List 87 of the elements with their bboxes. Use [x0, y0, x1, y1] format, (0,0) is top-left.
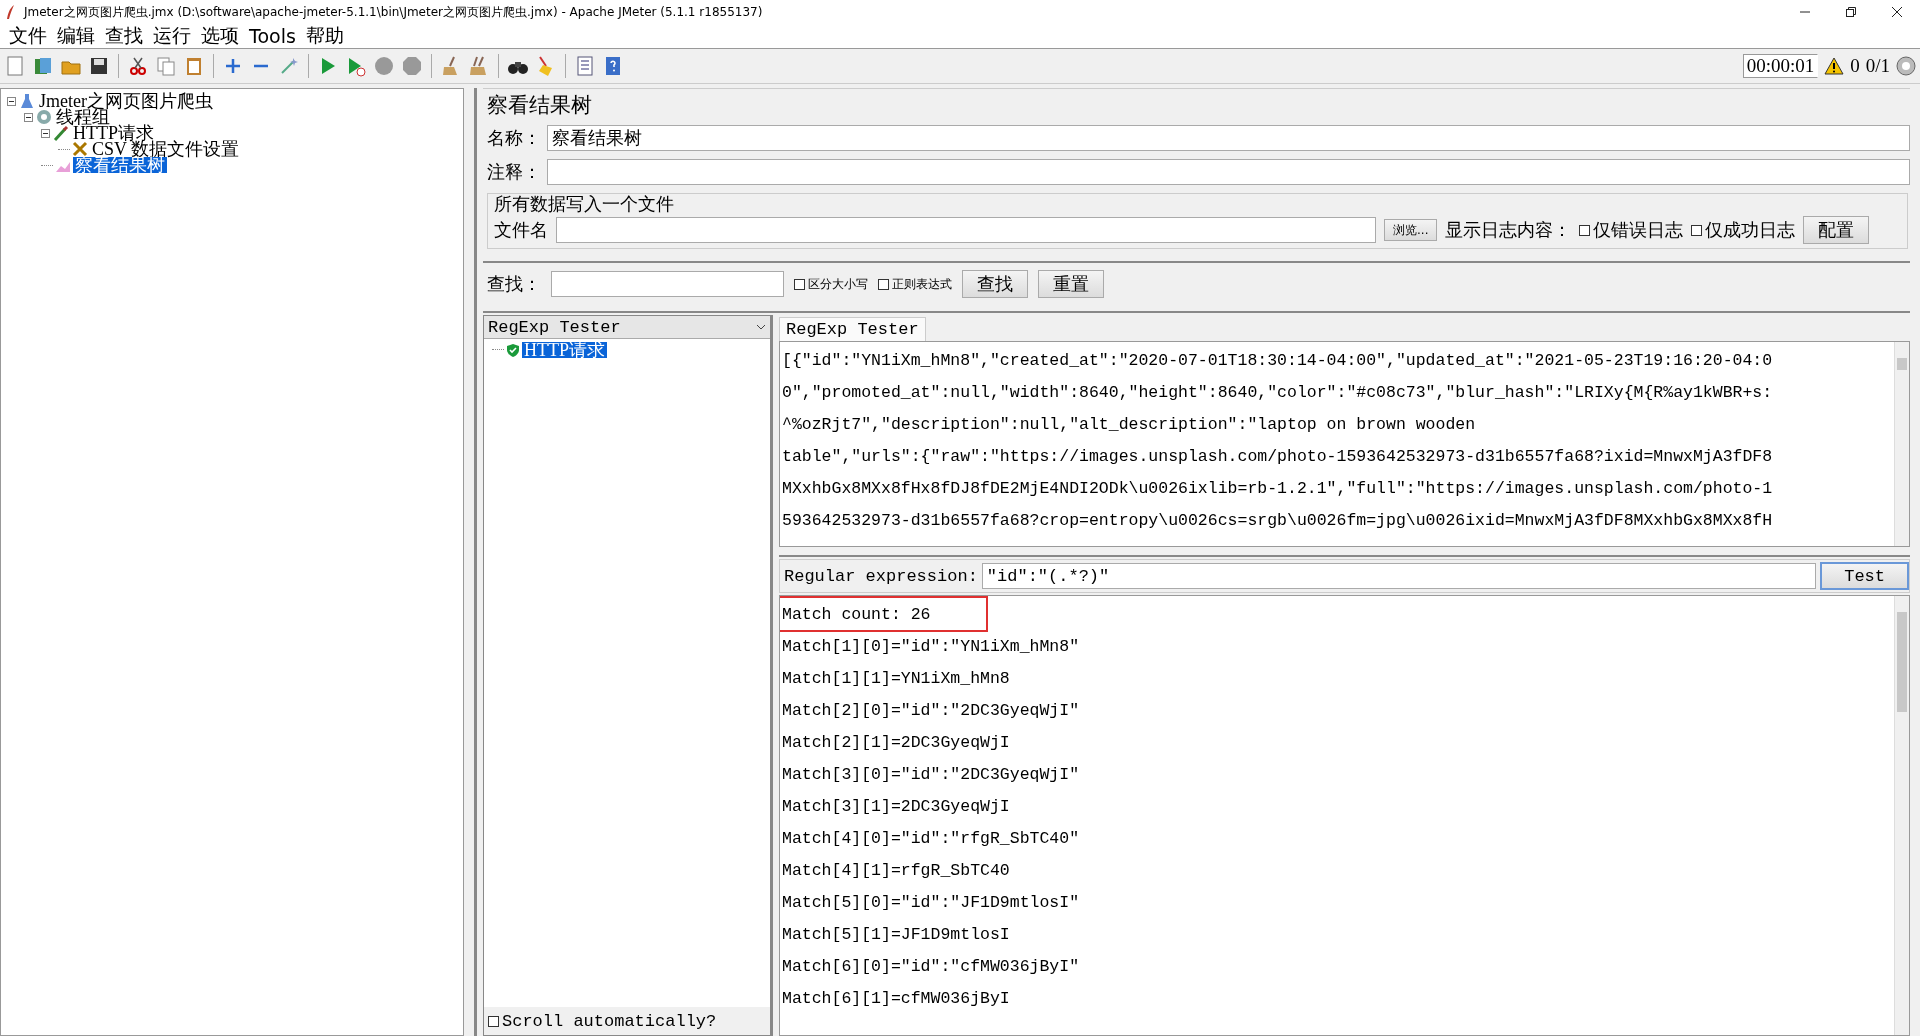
filename-field[interactable] — [556, 217, 1376, 243]
log-label: 显示日志内容： — [1445, 218, 1572, 242]
stop-icon[interactable] — [373, 55, 395, 77]
tree-node[interactable]: HTTP请求 — [71, 125, 156, 141]
filename-label: 文件名 — [494, 218, 548, 242]
match-line: Match[1][1]=YN1iXm_hMn8 — [782, 668, 1010, 690]
menu-item[interactable]: 文件 — [4, 23, 52, 49]
collapse-toggle[interactable] — [41, 128, 51, 138]
name-label: 名称： — [487, 126, 541, 150]
checkbox-label: 仅错误日志 — [1593, 218, 1684, 242]
templates-icon[interactable] — [32, 55, 54, 77]
copy-icon[interactable] — [155, 55, 177, 77]
checkbox-label: Scroll automatically? — [502, 1011, 717, 1031]
tree-node[interactable]: CSV 数据文件设置 — [90, 141, 242, 157]
menu-item[interactable]: 运行 — [148, 23, 196, 49]
checkbox-label: 仅成功日志 — [1705, 218, 1796, 242]
name-field[interactable]: 察看结果树 — [547, 125, 1910, 151]
tree-node[interactable]: Jmeter之网页图片爬虫 — [37, 93, 215, 109]
collapse-toggle[interactable] — [7, 96, 17, 106]
search-button[interactable]: 重置 — [1038, 270, 1104, 298]
caret-icon — [756, 324, 766, 330]
pipette-icon — [53, 125, 69, 141]
save-icon[interactable] — [88, 55, 110, 77]
menu-item[interactable]: 编辑 — [52, 23, 100, 49]
checkbox-label: 正则表达式 — [892, 275, 952, 293]
search-field[interactable] — [551, 271, 784, 297]
panel-title: 察看结果树 — [483, 88, 1910, 121]
match-line: Match[4][1]=rfgR_SbTC40 — [782, 860, 1010, 882]
renderer-dropdown[interactable]: RegExp Tester — [484, 316, 770, 339]
menu-item[interactable]: Tools — [244, 25, 301, 47]
checkbox[interactable] — [1579, 224, 1591, 236]
error-count: 0 — [1850, 55, 1860, 77]
checkbox[interactable] — [1691, 224, 1703, 236]
tree-node[interactable]: 察看结果树 — [73, 157, 167, 173]
response-text: ^%ozRjt7","description":null,"alt_description":"laptop on brown wooden — [782, 414, 1476, 436]
match-line: Match[5][0]="id":"JF1D9mtlosI" — [782, 892, 1080, 914]
search-label: 查找： — [487, 272, 541, 296]
regex-label: Regular expression: — [784, 566, 978, 586]
thread-count: 0/1 — [1865, 55, 1890, 77]
match-line: Match[3][1]=2DC3GyeqWjI — [782, 796, 1010, 818]
match-line: Match[6][1]=cfMW036jByI — [782, 988, 1010, 1010]
match-line: Match[2][1]=2DC3GyeqWjI — [782, 732, 1010, 754]
match-line: Match[2][0]="id":"2DC3GyeqWjI" — [782, 700, 1080, 722]
result-node[interactable]: HTTP请求 — [522, 342, 607, 358]
restore-icon[interactable] — [1845, 6, 1857, 18]
warning-icon[interactable] — [1824, 57, 1845, 75]
tab[interactable]: RegExp Tester — [779, 317, 926, 341]
elapsed-time: 00:00:01 — [1742, 54, 1819, 78]
response-text: 593642532973-d31b6557fa68?crop=entropy\u0026cs=srgb\u0026fm=jpg\u0026ixid=MnwxMjA3fDF8MXxhbGx8MXx8fH — [782, 510, 1773, 532]
checkbox[interactable] — [878, 278, 889, 290]
match-line: Match[3][0]="id":"2DC3GyeqWjI" — [782, 764, 1080, 786]
collapse-toggle[interactable] — [24, 112, 34, 122]
group-title: 所有数据写入一个文件 — [494, 192, 675, 216]
menu-item[interactable]: 选项 — [196, 23, 244, 49]
match-line: Match[6][0]="id":"cfMW036jByI" — [782, 956, 1080, 978]
match-count: Match count: 26 — [782, 599, 931, 631]
test-button[interactable]: Test — [1820, 562, 1909, 590]
shutdown-icon[interactable] — [401, 55, 423, 77]
scissors-icon[interactable] — [127, 55, 149, 77]
gear-icon — [36, 109, 52, 125]
comment-field[interactable] — [547, 159, 1910, 185]
checkbox-label: 区分大小写 — [808, 275, 868, 293]
window-title: Jmeter之网页图片爬虫.jmx (D:\software\apache-jmeter-5.1.1\bin\Jmeter之网页图片爬虫.jmx) - Apache JMeter (5.1.1 r1855137) — [24, 3, 764, 21]
flask-icon — [19, 93, 35, 109]
feather-icon — [6, 4, 16, 20]
response-text: [{"id":"YN1iXm_hMn8","created_at":"2020-07-01T18:30:14-04:00","updated_at":"2021-05-23T19:16:20-04:0 — [782, 350, 1773, 372]
list-icon[interactable] — [574, 55, 596, 77]
checkbox[interactable] — [488, 1015, 499, 1027]
match-line: Match[4][0]="id":"rfgR_SbTC40" — [782, 828, 1080, 850]
match-line: Match[5][1]=JF1D9mtlosI — [782, 924, 1010, 946]
gauge-icon[interactable] — [1896, 56, 1916, 76]
response-text: 0","promoted_at":null,"width":8640,"height":8640,"color":"#c08c73","blur_hash":"LRIXy{M{R%ay1kWBR+s: — [782, 382, 1773, 404]
configure-button[interactable]: 配置 — [1803, 216, 1870, 244]
regex-field[interactable]: "id":"(.*?)" — [981, 563, 1817, 589]
scrollbar[interactable] — [1894, 596, 1909, 1035]
menu-item[interactable]: 查找 — [100, 23, 148, 49]
comment-label: 注释： — [487, 160, 541, 184]
menu-item[interactable]: 帮助 — [300, 23, 349, 49]
checkbox[interactable] — [794, 278, 805, 290]
close-icon[interactable] — [1891, 6, 1903, 18]
browse-button[interactable]: 浏览... — [1384, 219, 1438, 241]
response-text: MXxhbGx8MXx8fHx8fDJ8fDE2MjE4NDI2ODk\u0026ixlib=rb-1.2.1","full":"https://images.unsplash.com/photo-1 — [782, 478, 1773, 500]
response-text: table","urls":{"raw":"https://images.unsplash.com/photo-1593642532973-d31b6557fa68?ixid=MnwxMjA3fDF8 — [782, 446, 1773, 468]
scrollbar[interactable] — [1894, 342, 1909, 546]
match-line: Match[1][0]="id":"YN1iXm_hMn8" — [782, 636, 1080, 658]
tree-node[interactable]: 线程组 — [54, 109, 112, 125]
search-button[interactable]: 查找 — [962, 270, 1028, 298]
